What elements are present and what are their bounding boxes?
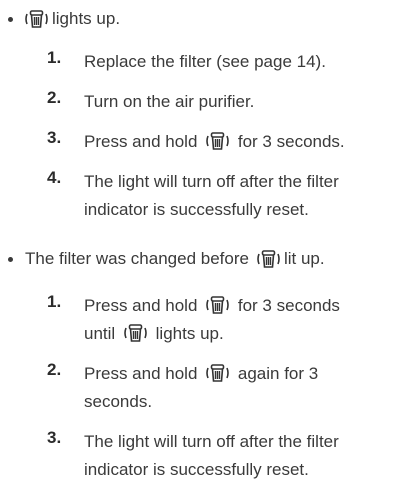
step-text: for 3 seconds [237,296,340,315]
step-number: 3. [47,428,62,447]
filter-reset-icon [206,362,229,384]
step-number: 3. [47,128,62,147]
bullet-dot [8,256,13,262]
step-text-line: Press and hold for 3 seconds [84,292,340,319]
step-number: 2. [47,88,62,107]
step-number: 4. [47,168,62,187]
step-text: seconds. [84,392,153,411]
step-number: 1. [47,48,62,67]
step-number: 1. [47,292,62,311]
filter-reset-icon [25,8,48,30]
step-text: indicator is successfully reset. [84,200,309,219]
bullet-filter-changed: The filter was changed before lit up. [0,248,325,270]
bullet-text: lit up. [283,249,325,268]
step-text-line: until lights up. [84,320,224,347]
step-text: The light will turn off after the filter [84,432,339,451]
step-text: Press and hold [84,364,198,383]
step-text: The light will turn off after the filter [84,172,339,191]
filter-reset-icon [257,248,280,270]
step-text: for 3 seconds. [237,132,345,151]
step-text: Turn on the air purifier. [84,92,255,111]
step-text: Replace the filter (see page 14). [84,52,326,71]
step-text: Press and hold [84,296,198,315]
bullet-dot [8,16,13,22]
instruction-page: lights up. 1. Replace the filter (see pa… [0,0,419,496]
filter-reset-icon [206,130,229,152]
step-text: Press and hold [84,132,198,151]
step-text-line: Press and hold again for 3 [84,360,318,387]
step-text: until [84,324,116,343]
bullet-text: lights up. [52,9,121,28]
step-text: indicator is successfully reset. [84,460,309,479]
step-text-line: Press and hold for 3 seconds. [84,128,345,155]
bullet-text: The filter was changed before [25,249,249,268]
filter-reset-icon [124,322,147,344]
filter-reset-icon [206,294,229,316]
step-number: 2. [47,360,62,379]
bullet-filter-light: lights up. [0,8,120,30]
step-text: again for 3 [237,364,319,383]
step-text: lights up. [155,324,224,343]
